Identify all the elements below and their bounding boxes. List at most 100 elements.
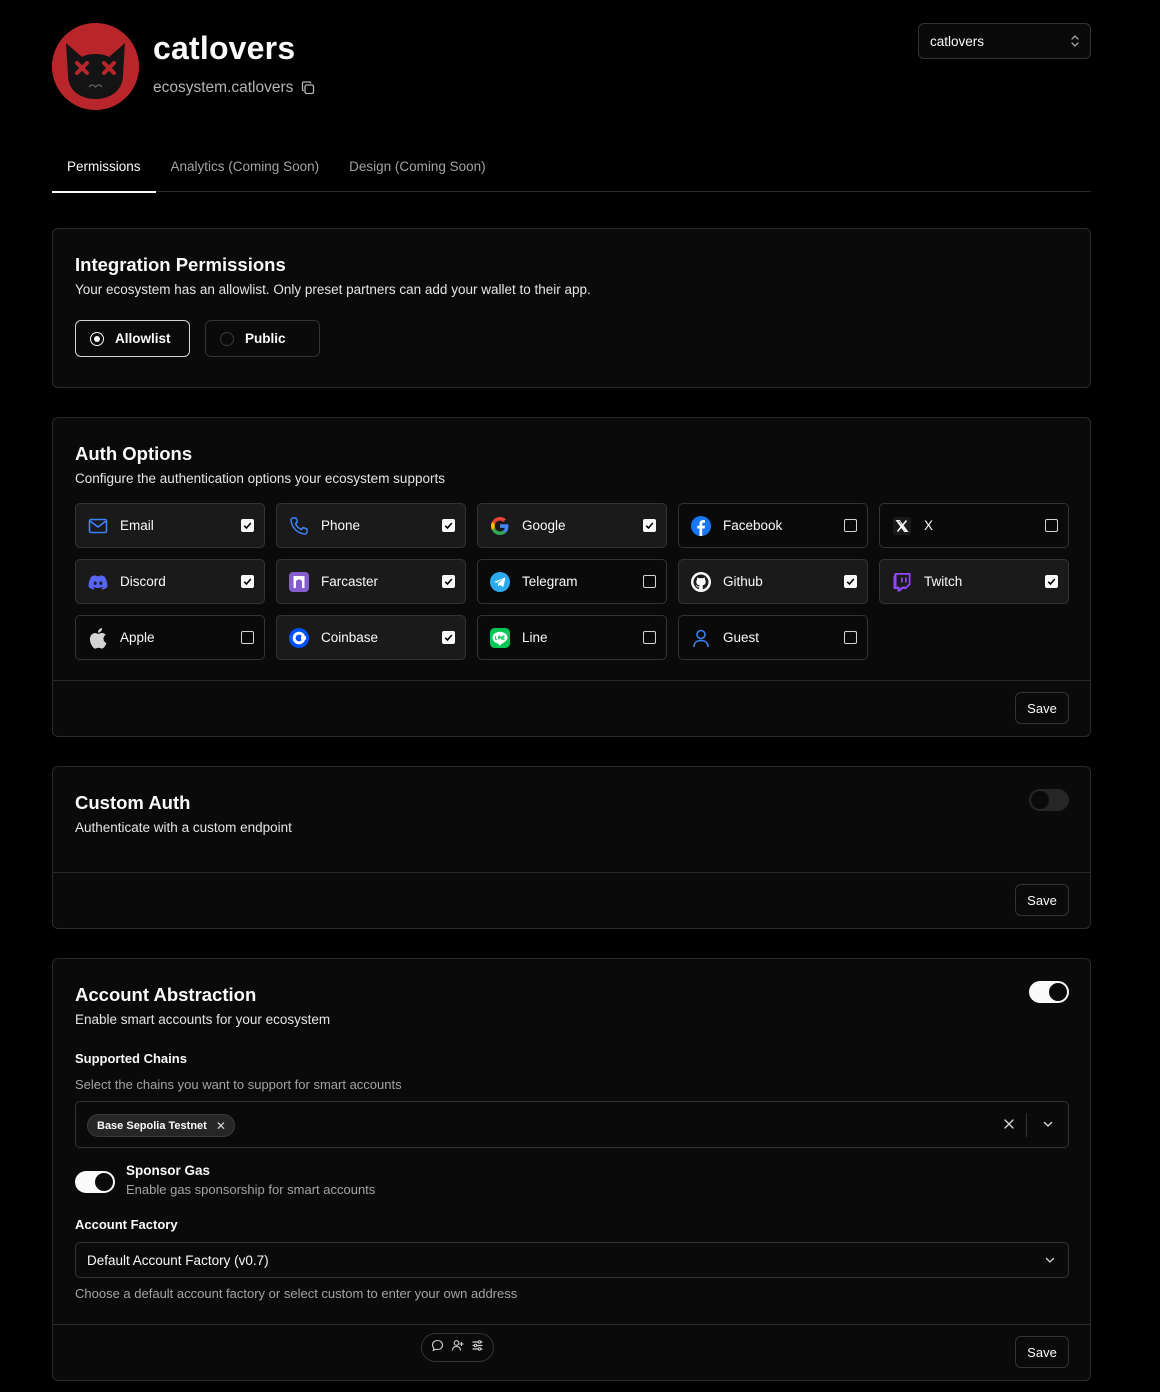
chevron-down-icon[interactable]: [1042, 1117, 1054, 1135]
auth-option-label: Guest: [723, 630, 760, 645]
x-checkbox[interactable]: [1045, 519, 1058, 532]
account-factory-label: Account Factory: [75, 1217, 178, 1232]
auth-option-label: Coinbase: [321, 630, 379, 645]
auth-option-email[interactable]: Email: [75, 503, 265, 548]
auth-option-label: Line: [522, 630, 548, 645]
telegram-icon: [489, 571, 511, 593]
custom-auth-card: Custom Auth Authenticate with a custom e…: [52, 766, 1091, 929]
coinbase-checkbox[interactable]: [442, 631, 455, 644]
allowlist-label: Allowlist: [115, 331, 171, 346]
auth-option-github[interactable]: Github: [678, 559, 868, 604]
custom-auth-toggle[interactable]: [1029, 789, 1069, 811]
mail-icon: [87, 515, 109, 537]
account-abstraction-toggle[interactable]: [1029, 981, 1069, 1003]
sponsor-gas-label: Sponsor Gas: [126, 1163, 211, 1178]
auth-option-label: Github: [723, 574, 763, 589]
facebook-icon: [690, 515, 712, 537]
custom-auth-desc: Authenticate with a custom endpoint: [75, 820, 292, 835]
tab-analytics[interactable]: Analytics (Coming Soon): [156, 146, 335, 192]
comment-icon[interactable]: [431, 1339, 444, 1357]
discord-checkbox[interactable]: [241, 575, 254, 588]
auth-option-discord[interactable]: Discord: [75, 559, 265, 604]
ecosystem-avatar: [52, 23, 139, 110]
auth-option-apple[interactable]: Apple: [75, 615, 265, 660]
supported-chains-select[interactable]: Base Sepolia Testnet ✕: [75, 1101, 1069, 1148]
integration-permissions-title: Integration Permissions: [75, 254, 286, 275]
ecosystem-switcher[interactable]: catlovers: [918, 23, 1091, 59]
auth-options-title: Auth Options: [75, 443, 193, 464]
auth-options-footer: Save: [53, 680, 1090, 736]
github-checkbox[interactable]: [844, 575, 857, 588]
account-abstraction-footer: Save: [53, 1324, 1090, 1380]
allowlist-radio[interactable]: Allowlist: [75, 320, 190, 357]
copy-icon[interactable]: [301, 81, 315, 95]
chevron-down-icon: [1045, 1257, 1055, 1263]
integration-permissions-desc: Your ecosystem has an allowlist. Only pr…: [75, 282, 591, 297]
ecosystem-id-row: ecosystem.catlovers: [153, 79, 315, 97]
auth-option-label: Farcaster: [321, 574, 379, 589]
auth-option-label: Email: [120, 518, 154, 533]
account-abstraction-desc: Enable smart accounts for your ecosystem: [75, 1012, 331, 1027]
supported-chains-label: Supported Chains: [75, 1051, 187, 1066]
telegram-checkbox[interactable]: [643, 575, 656, 588]
sponsor-gas-desc: Enable gas sponsorship for smart account…: [126, 1182, 376, 1197]
auth-option-line[interactable]: Line: [477, 615, 667, 660]
ecosystem-id: ecosystem.catlovers: [153, 79, 294, 96]
auth-option-label: Phone: [321, 518, 361, 533]
radio-indicator: [90, 331, 104, 346]
chain-chip-label: Base Sepolia Testnet: [97, 1119, 207, 1132]
cat-logo-icon: [52, 23, 139, 110]
phone-icon: [288, 515, 310, 537]
auth-option-google[interactable]: Google: [477, 503, 667, 548]
tab-design[interactable]: Design (Coming Soon): [334, 146, 501, 192]
twitch-checkbox[interactable]: [1045, 575, 1058, 588]
auth-option-coinbase[interactable]: Coinbase: [276, 615, 466, 660]
sponsor-gas-toggle[interactable]: [75, 1171, 115, 1193]
tab-permissions[interactable]: Permissions: [52, 146, 156, 193]
farcaster-checkbox[interactable]: [442, 575, 455, 588]
twitch-icon: [891, 571, 913, 593]
auth-option-facebook[interactable]: Facebook: [678, 503, 868, 548]
account-factory-help: Choose a default account factory or sele…: [75, 1286, 518, 1301]
facebook-checkbox[interactable]: [844, 519, 857, 532]
google-icon: [489, 515, 511, 537]
radio-indicator: [220, 331, 234, 346]
account-factory-select[interactable]: Default Account Factory (v0.7): [75, 1242, 1069, 1278]
apple-checkbox[interactable]: [241, 631, 254, 644]
phone-checkbox[interactable]: [442, 519, 455, 532]
auth-option-twitch[interactable]: Twitch: [879, 559, 1069, 604]
user-add-icon[interactable]: [451, 1339, 464, 1357]
auth-options-save-button[interactable]: Save: [1015, 692, 1069, 724]
google-checkbox[interactable]: [643, 519, 656, 532]
auth-option-telegram[interactable]: Telegram: [477, 559, 667, 604]
list-settings-icon[interactable]: [471, 1339, 484, 1357]
integration-permissions-card: Integration Permissions Your ecosystem h…: [52, 228, 1091, 388]
auth-option-guest[interactable]: Guest: [678, 615, 868, 660]
auth-option-label: Discord: [120, 574, 166, 589]
line-checkbox[interactable]: [643, 631, 656, 644]
auth-option-x[interactable]: X: [879, 503, 1069, 548]
guest-checkbox[interactable]: [844, 631, 857, 644]
chain-chip: Base Sepolia Testnet ✕: [87, 1114, 235, 1137]
auth-option-label: X: [924, 518, 934, 533]
public-radio[interactable]: Public: [205, 320, 320, 357]
remove-chip-icon[interactable]: ✕: [216, 1119, 226, 1133]
clear-icon[interactable]: [1003, 1115, 1015, 1135]
email-checkbox[interactable]: [241, 519, 254, 532]
chevrons-up-down-icon: [1071, 35, 1079, 47]
account-abstraction-title: Account Abstraction: [75, 984, 257, 1005]
user-icon: [690, 627, 712, 649]
auth-option-phone[interactable]: Phone: [276, 503, 466, 548]
apple-icon: [87, 627, 109, 649]
auth-option-label: Twitch: [924, 574, 963, 589]
discord-icon: [87, 571, 109, 593]
account-abstraction-save-button[interactable]: Save: [1015, 1336, 1069, 1368]
account-factory-value: Default Account Factory (v0.7): [87, 1252, 269, 1268]
custom-auth-save-button[interactable]: Save: [1015, 884, 1069, 916]
supported-chains-help: Select the chains you want to support fo…: [75, 1077, 402, 1092]
ecosystem-switcher-value: catlovers: [930, 33, 985, 49]
auth-option-label: Facebook: [723, 518, 783, 533]
account-abstraction-card: Account Abstraction Enable smart account…: [52, 958, 1091, 1381]
x-icon: [891, 515, 913, 537]
auth-option-farcaster[interactable]: Farcaster: [276, 559, 466, 604]
